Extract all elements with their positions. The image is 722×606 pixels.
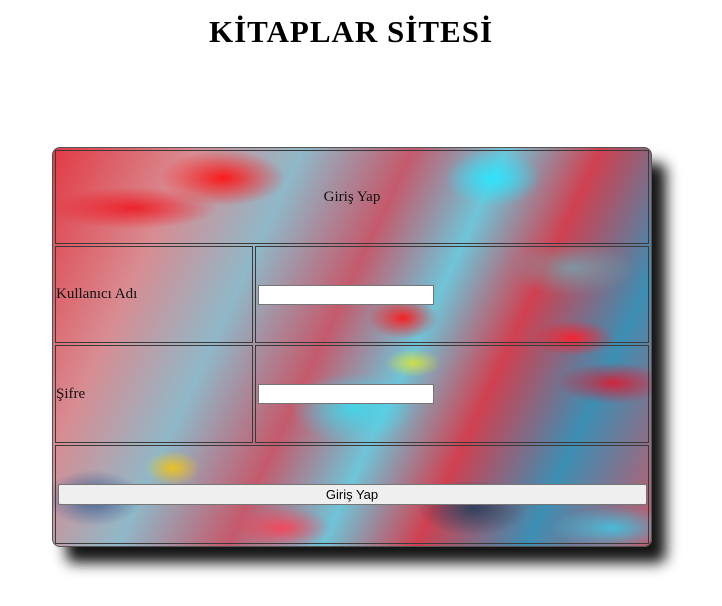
- submit-row: Giriş Yap: [55, 444, 649, 544]
- password-label: Şifre: [55, 345, 253, 443]
- username-field-cell: [255, 246, 649, 344]
- username-row: Kullanıcı Adı: [55, 246, 649, 344]
- login-form-table: Giriş Yap Kullanıcı Adı Şifre Giriş Yap: [53, 148, 651, 546]
- login-panel: Giriş Yap Kullanıcı Adı Şifre Giriş Yap: [52, 147, 652, 547]
- login-heading: Giriş Yap: [55, 150, 649, 245]
- page-title: KİTAPLAR SİTESİ: [208, 14, 494, 49]
- login-heading-row: Giriş Yap: [55, 150, 649, 245]
- password-field-cell: [255, 345, 649, 443]
- submit-cell: Giriş Yap: [55, 444, 649, 544]
- username-label: Kullanıcı Adı: [55, 246, 253, 344]
- username-input[interactable]: [258, 284, 434, 305]
- password-input[interactable]: [258, 384, 434, 405]
- login-submit-button[interactable]: Giriş Yap: [57, 483, 647, 505]
- password-row: Şifre: [55, 345, 649, 443]
